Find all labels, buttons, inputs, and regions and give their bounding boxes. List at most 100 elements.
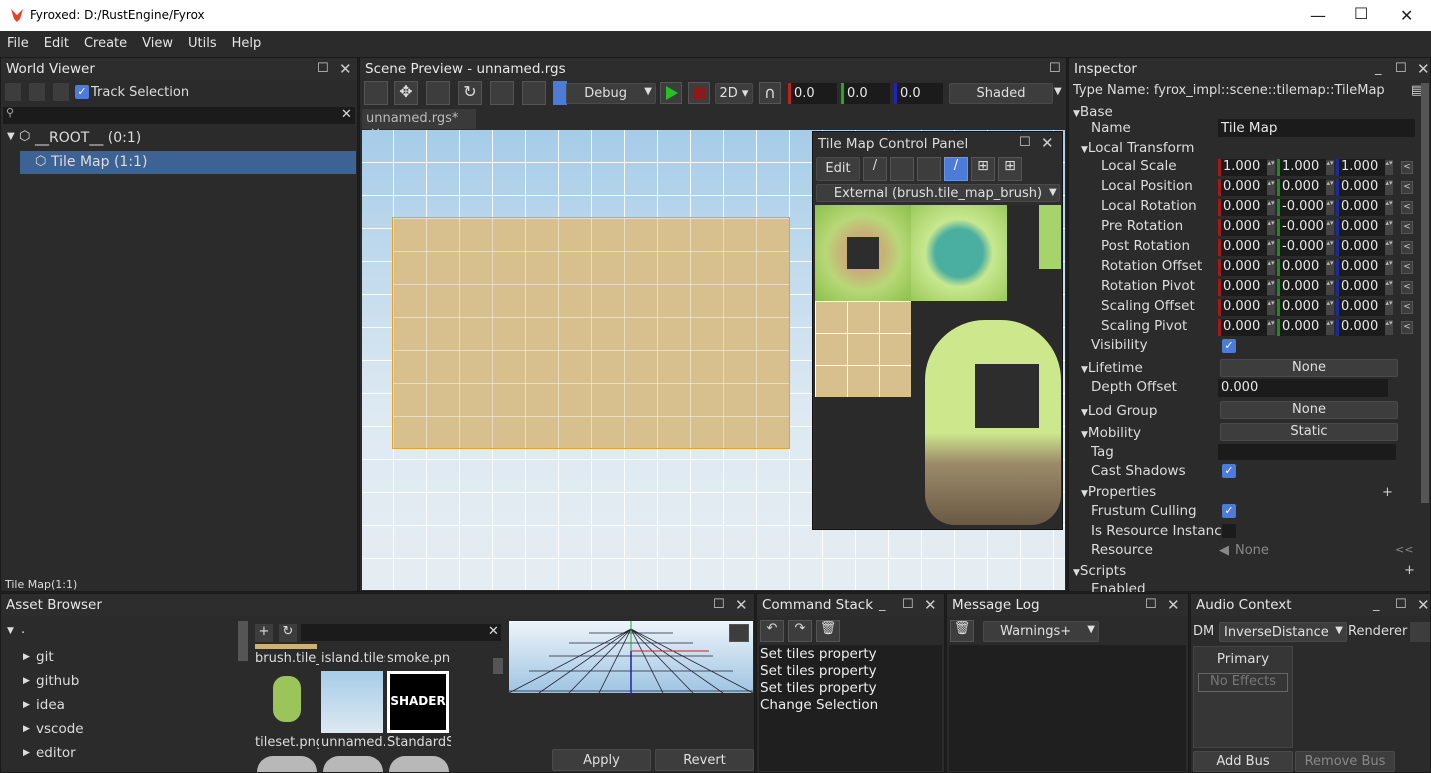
asset-name[interactable]: brush.tile_: [255, 651, 319, 666]
folder-item[interactable]: git: [36, 649, 54, 665]
command-item[interactable]: Change Selection: [760, 697, 941, 714]
vector-component-input[interactable]: -0.000: [1280, 219, 1326, 236]
vector-component-input[interactable]: 0.000: [1280, 259, 1326, 276]
clear-icon[interactable]: 🗑: [816, 620, 840, 642]
asset-name[interactable]: unnamed.: [321, 735, 385, 750]
spinner-icon[interactable]: ▴▾: [1267, 280, 1275, 295]
maximize-panel-icon[interactable]: ☐: [1395, 597, 1407, 612]
tree-item-root[interactable]: __ROOT__ (0:1): [35, 130, 141, 146]
fit-view-icon[interactable]: [729, 624, 749, 642]
revert-button[interactable]: Revert: [655, 749, 754, 771]
close-panel-icon[interactable]: ✕: [339, 60, 352, 78]
tile-palette[interactable]: [815, 205, 1061, 528]
brush-tool-icon[interactable]: /: [863, 157, 887, 181]
spinner-icon[interactable]: ▴▾: [1267, 200, 1275, 215]
folder-item[interactable]: idea: [36, 697, 65, 713]
shading-dropdown[interactable]: Shaded: [949, 83, 1053, 104]
minimize-button[interactable]: —: [1310, 6, 1326, 25]
vector-component-input[interactable]: 0.000: [1339, 199, 1385, 216]
brush-dropdown[interactable]: External (brush.tile_map_brush): [816, 184, 1060, 202]
tilemap-tool-icon[interactable]: [553, 81, 567, 105]
vector-component-input[interactable]: 0.000: [1339, 239, 1385, 256]
vector-component-input[interactable]: 0.000: [1221, 319, 1267, 336]
add-asset-icon[interactable]: +: [255, 624, 273, 642]
vector-component-input[interactable]: -0.000: [1280, 199, 1326, 216]
coord-y-input[interactable]: 0.0: [844, 83, 890, 104]
nine-slice-icon[interactable]: ⊞: [998, 157, 1022, 181]
vector-component-input[interactable]: 0.000: [1339, 179, 1385, 196]
tree-item-tilemap[interactable]: Tile Map (1:1): [51, 154, 147, 170]
spinner-icon[interactable]: ▴▾: [1385, 180, 1393, 195]
section-lifetime[interactable]: ▼Lifetime: [1081, 360, 1143, 376]
maximize-panel-icon[interactable]: ☐: [1145, 597, 1157, 612]
revert-icon[interactable]: <: [1401, 321, 1413, 334]
add-bus-button[interactable]: Add Bus: [1193, 751, 1293, 772]
expand-icon[interactable]: ▶: [23, 676, 30, 686]
close-panel-icon[interactable]: ✕: [1417, 596, 1430, 614]
vector-component-input[interactable]: 0.000: [1339, 279, 1385, 296]
revert-icon[interactable]: <: [1401, 241, 1413, 254]
name-field[interactable]: Tile Map: [1218, 119, 1415, 137]
vector-component-input[interactable]: 0.000: [1221, 299, 1267, 316]
minimize-panel-icon[interactable]: _: [1375, 61, 1382, 76]
spinner-icon[interactable]: ▴▾: [1267, 260, 1275, 275]
folder-scrollbar[interactable]: [238, 621, 248, 661]
rect-fill-icon[interactable]: ⊞: [971, 157, 995, 181]
resource-instance-checkbox[interactable]: [1222, 524, 1236, 538]
spinner-icon[interactable]: ▴▾: [1326, 200, 1334, 215]
palette-tile-grass[interactable]: [1039, 205, 1061, 269]
command-item[interactable]: Set tiles property: [760, 680, 941, 697]
remove-bus-button[interactable]: Remove Bus: [1295, 751, 1395, 772]
section-properties[interactable]: ▼Properties: [1081, 484, 1156, 500]
vector-component-input[interactable]: 0.000: [1280, 179, 1326, 196]
spinner-icon[interactable]: ▴▾: [1267, 180, 1275, 195]
menu-file[interactable]: File: [0, 31, 37, 51]
close-panel-icon[interactable]: ✕: [924, 596, 937, 614]
spinner-icon[interactable]: ▴▾: [1267, 160, 1275, 175]
coord-z-input[interactable]: 0.0: [897, 83, 943, 104]
maximize-panel-icon[interactable]: ☐: [902, 597, 914, 612]
spinner-icon[interactable]: ▴▾: [1326, 180, 1334, 195]
vector-component-input[interactable]: 0.000: [1280, 319, 1326, 336]
menu-utils[interactable]: Utils: [181, 31, 225, 51]
palette-tile-sand-island[interactable]: [815, 205, 911, 301]
move-tool-icon[interactable]: ✥: [394, 81, 418, 105]
folder-item[interactable]: editor: [36, 745, 76, 761]
spinner-icon[interactable]: ▴▾: [1385, 260, 1393, 275]
clear-log-icon[interactable]: 🗑: [950, 620, 974, 642]
section-mobility[interactable]: ▼Mobility: [1081, 425, 1141, 441]
track-selection-checkbox[interactable]: ✓: [75, 85, 89, 99]
vector-component-input[interactable]: 0.000: [1339, 319, 1385, 336]
mode-2d-dropdown[interactable]: 2D ▾: [715, 83, 753, 104]
section-base[interactable]: ▼Base: [1073, 104, 1113, 120]
depth-offset-field[interactable]: 0.000: [1218, 379, 1388, 397]
undo-icon[interactable]: ↶: [760, 620, 784, 642]
maximize-panel-icon[interactable]: ☐: [317, 61, 329, 76]
vector-component-input[interactable]: 0.000: [1221, 259, 1267, 276]
renderer-dropdown[interactable]: [1410, 622, 1430, 642]
spinner-icon[interactable]: ▴▾: [1267, 240, 1275, 255]
add-script-icon[interactable]: +: [1404, 563, 1415, 578]
revert-icon[interactable]: <: [1401, 181, 1413, 194]
tab-unnamed[interactable]: unnamed.rgs* ✕: [362, 109, 476, 141]
search-input[interactable]: [3, 107, 355, 124]
eraser-tool-icon[interactable]: [890, 157, 914, 181]
coord-x-input[interactable]: 0.0: [791, 83, 837, 104]
spinner-icon[interactable]: ▴▾: [1326, 320, 1334, 335]
vector-component-input[interactable]: 1.000: [1280, 159, 1326, 176]
vector-component-input[interactable]: 1.000: [1339, 159, 1385, 176]
collapse-icon[interactable]: <<: [1395, 543, 1413, 556]
spinner-icon[interactable]: ▴▾: [1326, 240, 1334, 255]
log-filter-dropdown[interactable]: Warnings+ ▼: [983, 621, 1099, 642]
asset-search-input[interactable]: [301, 624, 501, 641]
asset-thumbnail[interactable]: [321, 671, 383, 733]
vector-component-input[interactable]: 0.000: [1339, 299, 1385, 316]
menu-edit[interactable]: Edit: [37, 31, 77, 51]
expand-icon[interactable]: ▶: [23, 748, 30, 758]
spinner-icon[interactable]: ▴▾: [1326, 260, 1334, 275]
vector-component-input[interactable]: 0.000: [1339, 259, 1385, 276]
tree-expand-icon[interactable]: ▼: [7, 131, 15, 142]
folder-item[interactable]: github: [36, 673, 79, 689]
maximize-panel-icon[interactable]: ☐: [1019, 135, 1031, 150]
command-item[interactable]: Set tiles property: [760, 646, 941, 663]
